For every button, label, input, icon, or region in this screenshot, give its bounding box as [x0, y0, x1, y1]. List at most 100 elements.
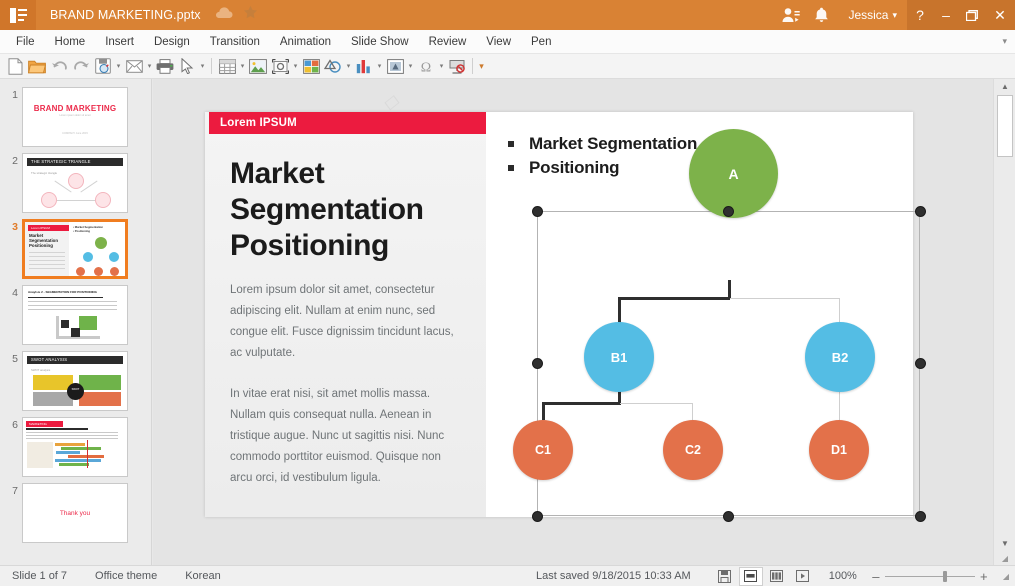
language-label[interactable]: Korean [185, 570, 220, 582]
help-button[interactable]: ? [907, 0, 933, 30]
slide-paragraph-2[interactable]: In vitae erat nisi, sit amet mollis mass… [230, 384, 464, 489]
resize-handle-bottom-right[interactable] [915, 511, 926, 522]
open-folder-icon[interactable] [26, 55, 48, 77]
thumbnail-item-2[interactable]: 2 THE STRATEGIC TRIANGLE The strategic t… [0, 153, 151, 213]
menu-item-transition[interactable]: Transition [200, 30, 270, 54]
thumbnail-item-7[interactable]: 7 Thank you [0, 483, 151, 543]
scrollbar-thumb[interactable] [997, 95, 1013, 157]
chart-icon[interactable] [353, 55, 375, 77]
slide-sorter-view-icon[interactable] [765, 567, 789, 586]
zoom-out-button[interactable]: – [867, 569, 885, 584]
cloud-icon[interactable] [215, 6, 233, 24]
textbox-icon[interactable] [384, 55, 406, 77]
thumbnail-preview[interactable]: MARKETING SCHEDULE [22, 417, 128, 477]
star-icon[interactable] [243, 5, 258, 25]
restore-button[interactable] [959, 0, 985, 30]
current-slide[interactable]: Lorem IPSUM Market Segmentation Position… [205, 112, 913, 517]
scroll-down-icon[interactable]: ▼ [994, 536, 1015, 551]
media-icon[interactable] [300, 55, 322, 77]
slide-title[interactable]: Market Segmentation Positioning [230, 156, 470, 264]
save-status-icon[interactable] [713, 567, 737, 586]
menu-item-view[interactable]: View [476, 30, 521, 54]
thumbnail-item-1[interactable]: 1 BRAND MARKETING Lorem ipsum dolor sit … [0, 87, 151, 147]
image-icon[interactable] [247, 55, 269, 77]
screenshot-icon[interactable] [269, 55, 291, 77]
resize-handle-middle-left[interactable] [532, 358, 543, 369]
normal-view-icon[interactable] [739, 567, 763, 586]
shapes-icon[interactable] [322, 55, 344, 77]
resize-handle-top-right[interactable] [915, 206, 926, 217]
resize-handle-bottom-center[interactable] [723, 511, 734, 522]
save-icon[interactable] [92, 55, 114, 77]
table-dropdown-icon[interactable]: ▾ [238, 55, 247, 77]
textbox-dropdown-icon[interactable]: ▾ [406, 55, 415, 77]
screenshot-dropdown-icon[interactable]: ▾ [291, 55, 300, 77]
slideshow-icon[interactable] [446, 55, 468, 77]
close-button[interactable]: ✕ [985, 0, 1015, 30]
chart-dropdown-icon[interactable]: ▾ [375, 55, 384, 77]
diagram-node-b2[interactable]: B2 [805, 322, 875, 392]
thumbnail-item-3[interactable]: 3 Lorem IPSUM Market Segmentation Positi… [0, 219, 151, 279]
shapes-dropdown-icon[interactable]: ▾ [344, 55, 353, 77]
symbol-dropdown-icon[interactable]: ▾ [437, 55, 446, 77]
overflow-icon[interactable]: ▾ [477, 55, 486, 77]
slide-bullet-list[interactable]: Market Segmentation Positioning [508, 134, 697, 182]
menu-item-slide-show[interactable]: Slide Show [341, 30, 419, 54]
menu-item-file[interactable]: File [6, 30, 45, 54]
menu-item-pen[interactable]: Pen [521, 30, 561, 54]
vertical-scrollbar[interactable]: ▲ ▼ ◢ [993, 79, 1015, 565]
thumbnail-item-5[interactable]: 5 SWOT ANALYSIS SWOT analysis SWOT [0, 351, 151, 411]
thumbnail-preview-active[interactable]: Lorem IPSUM Market Segmentation Position… [22, 219, 128, 279]
user-name[interactable]: Jessica [848, 8, 888, 22]
thumbnail-preview[interactable]: THE STRATEGIC TRIANGLE The strategic tri… [22, 153, 128, 213]
save-dropdown-icon[interactable]: ▾ [114, 55, 123, 77]
zoom-slider[interactable] [885, 576, 975, 577]
minimize-button[interactable]: – [933, 0, 959, 30]
share-user-icon[interactable] [776, 0, 806, 30]
new-document-icon[interactable] [4, 55, 26, 77]
slide-thumbnail-panel[interactable]: 1 BRAND MARKETING Lorem ipsum dolor sit … [0, 79, 152, 565]
print-icon[interactable] [154, 55, 176, 77]
thumbnail-item-6[interactable]: 6 MARKETING SCHEDULE [0, 417, 151, 477]
zoom-level-label[interactable]: 100% [829, 570, 857, 582]
diagram-node-c1[interactable]: C1 [513, 420, 573, 480]
thumbnail-preview[interactable]: BRAND MARKETING Lorem ipsum dolor sit am… [22, 87, 128, 147]
email-icon[interactable] [123, 55, 145, 77]
collapse-ribbon-icon[interactable]: ▾ [1002, 36, 1007, 47]
email-dropdown-icon[interactable]: ▾ [145, 55, 154, 77]
theme-label[interactable]: Office theme [95, 570, 157, 582]
diagram-node-b1[interactable]: B1 [584, 322, 654, 392]
symbol-omega-icon[interactable]: Ω [415, 55, 437, 77]
redo-icon[interactable] [70, 55, 92, 77]
thumbnail-preview[interactable]: Thank you [22, 483, 128, 543]
zoom-slider-knob[interactable] [943, 571, 947, 582]
diagram-node-a[interactable]: A [689, 129, 778, 218]
thumbnail-item-4[interactable]: 4 Anaylsis 2 - SEGMENTATION FOR POSITION… [0, 285, 151, 345]
menu-item-review[interactable]: Review [419, 30, 477, 54]
select-dropdown-icon[interactable]: ▾ [198, 55, 207, 77]
menu-item-insert[interactable]: Insert [95, 30, 144, 54]
menu-item-animation[interactable]: Animation [270, 30, 341, 54]
thumbnail-preview[interactable]: Anaylsis 2 - SEGMENTATION FOR POSITIONIN… [22, 285, 128, 345]
resize-handle-top-center[interactable] [723, 206, 734, 217]
fit-to-window-icon[interactable]: ◢ [1003, 572, 1009, 581]
menu-item-design[interactable]: Design [144, 30, 200, 54]
resize-grip-icon[interactable]: ◢ [994, 551, 1015, 565]
resize-handle-top-left[interactable] [532, 206, 543, 217]
resize-handle-bottom-left[interactable] [532, 511, 543, 522]
zoom-in-button[interactable]: + [975, 569, 993, 584]
bullet-item-1[interactable]: Market Segmentation [508, 134, 697, 154]
chevron-down-icon[interactable]: ▾ [892, 10, 897, 21]
notification-bell-icon[interactable] [806, 0, 836, 30]
undo-icon[interactable] [48, 55, 70, 77]
menu-item-home[interactable]: Home [45, 30, 96, 54]
scroll-up-icon[interactable]: ▲ [994, 79, 1015, 94]
slide-counter[interactable]: Slide 1 of 7 [12, 570, 67, 582]
slide-paragraph-1[interactable]: Lorem ipsum dolor sit amet, consectetur … [230, 280, 464, 364]
resize-handle-middle-right[interactable] [915, 358, 926, 369]
diagram-node-c2[interactable]: C2 [663, 420, 723, 480]
bullet-item-2[interactable]: Positioning [508, 158, 697, 178]
slideshow-view-icon[interactable] [791, 567, 815, 586]
thumbnail-preview[interactable]: SWOT ANALYSIS SWOT analysis SWOT [22, 351, 128, 411]
select-cursor-icon[interactable] [176, 55, 198, 77]
